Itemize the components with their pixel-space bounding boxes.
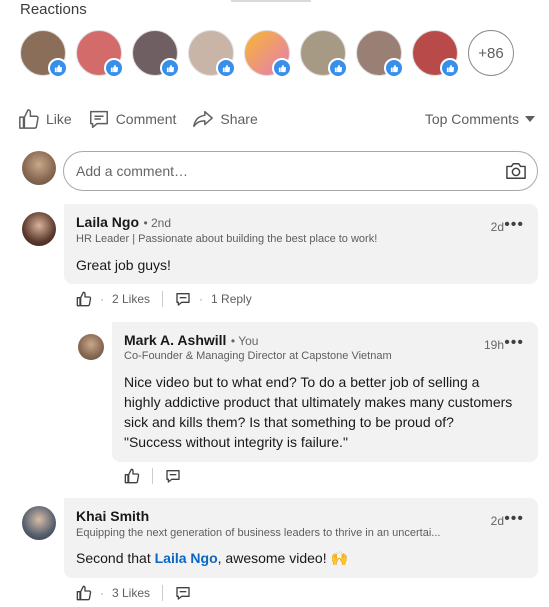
sort-comments-dropdown[interactable]: Top Comments xyxy=(425,111,535,127)
comment-bubble: Khai Smith Equipping the next generation… xyxy=(64,498,538,578)
connection-degree: • You xyxy=(230,334,259,348)
reactor-avatar[interactable] xyxy=(356,30,404,78)
comment-timestamp: 19h xyxy=(483,338,504,352)
more-options-icon[interactable]: ••• xyxy=(504,216,524,234)
like-badge-icon xyxy=(440,58,460,78)
comment-text: Second that Laila Ngo, awesome video! 🙌 xyxy=(76,548,348,568)
like-count[interactable]: 2 Likes xyxy=(112,292,150,306)
divider xyxy=(162,291,164,307)
reply-icon[interactable] xyxy=(175,585,191,601)
reply-icon[interactable] xyxy=(175,291,191,307)
more-options-icon[interactable]: ••• xyxy=(504,510,524,528)
comment-social-bar xyxy=(124,468,181,484)
comment-text-part: Second that xyxy=(76,550,155,566)
reply-bubble: Mark A. Ashwill • You Co-Founder & Manag… xyxy=(112,322,538,462)
like-count[interactable]: 3 Likes xyxy=(112,586,150,600)
thumbs-up-icon[interactable] xyxy=(76,291,92,307)
camera-icon[interactable] xyxy=(505,161,527,181)
comment-timestamp: 2d xyxy=(490,220,504,234)
like-label: Like xyxy=(46,111,72,127)
thumbs-up-icon xyxy=(19,109,39,129)
comment-author-name[interactable]: Mark A. Ashwill xyxy=(124,332,226,348)
like-badge-icon xyxy=(48,58,68,78)
thumbs-up-icon[interactable] xyxy=(76,585,92,601)
comment-text: Nice video but to what end? To do a bett… xyxy=(124,374,513,450)
share-button[interactable]: Share xyxy=(192,108,258,130)
comment-text: Great job guys! xyxy=(76,257,171,273)
more-reactions-count: +86 xyxy=(478,44,504,62)
reactor-avatar[interactable] xyxy=(20,30,68,78)
reactor-avatar[interactable] xyxy=(244,30,292,78)
comment-author-name[interactable]: Khai Smith xyxy=(76,508,149,524)
post-actions: Like Comment Share xyxy=(18,108,274,130)
like-badge-icon xyxy=(384,58,404,78)
like-badge-icon xyxy=(160,58,180,78)
share-icon xyxy=(193,110,214,128)
comment-author-headline: HR Leader | Passionate about building th… xyxy=(76,233,378,245)
reactor-avatar[interactable] xyxy=(300,30,348,78)
separator-dot: · xyxy=(100,292,104,306)
divider xyxy=(162,585,164,601)
comment-author-headline: Co-Founder & Managing Director at Capsto… xyxy=(124,350,392,362)
comment-icon xyxy=(89,110,108,128)
comment-author-headline: Equipping the next generation of busines… xyxy=(76,527,441,539)
comment-author-line: Laila Ngo • 2nd xyxy=(76,214,171,232)
comment-social-bar: · 2 Likes · 1 Reply xyxy=(76,291,252,307)
comment-author-line: Khai Smith xyxy=(76,508,149,526)
reactor-avatar[interactable] xyxy=(188,30,236,78)
comment-button[interactable]: Comment xyxy=(88,108,177,130)
like-badge-icon xyxy=(328,58,348,78)
current-user-avatar[interactable] xyxy=(22,151,56,185)
reply-icon[interactable] xyxy=(165,468,181,484)
like-badge-icon xyxy=(272,58,292,78)
reply-count[interactable]: 1 Reply xyxy=(211,292,252,306)
comment-timestamp: 2d xyxy=(490,514,504,528)
divider xyxy=(152,468,153,484)
like-badge-icon xyxy=(216,58,236,78)
comment-input[interactable] xyxy=(74,162,498,180)
separator-dot: · xyxy=(199,292,204,306)
reactor-avatar[interactable] xyxy=(412,30,460,78)
commenter-avatar[interactable] xyxy=(22,506,56,540)
comment-composer[interactable] xyxy=(63,151,538,191)
more-reactions-button[interactable]: +86 xyxy=(468,30,514,76)
comment-label: Comment xyxy=(115,111,177,127)
share-label: Share xyxy=(220,111,258,127)
like-button[interactable]: Like xyxy=(18,108,72,130)
thumbs-up-icon[interactable] xyxy=(124,468,140,484)
connection-degree: • 2nd xyxy=(143,216,172,230)
more-options-icon[interactable]: ••• xyxy=(504,334,524,352)
comment-bubble: Laila Ngo • 2nd HR Leader | Passionate a… xyxy=(64,204,538,284)
separator-dot: · xyxy=(100,586,104,600)
commenter-avatar[interactable] xyxy=(78,334,104,360)
comment-author-line: Mark A. Ashwill • You xyxy=(124,332,258,350)
reactor-avatar[interactable] xyxy=(76,30,124,78)
comment-social-bar: · 3 Likes xyxy=(76,585,191,601)
reactor-avatar[interactable] xyxy=(132,30,180,78)
reactors-list: +86 xyxy=(20,30,514,78)
comment-author-name[interactable]: Laila Ngo xyxy=(76,214,139,230)
like-badge-icon xyxy=(104,58,124,78)
reactions-title: Reactions xyxy=(20,1,87,18)
sort-label: Top Comments xyxy=(424,111,519,127)
mention-link[interactable]: Laila Ngo xyxy=(155,550,218,566)
comment-text-part: , awesome video! 🙌 xyxy=(217,550,348,566)
caret-down-icon xyxy=(525,116,535,122)
commenter-avatar[interactable] xyxy=(22,212,56,246)
top-divider xyxy=(231,0,311,2)
